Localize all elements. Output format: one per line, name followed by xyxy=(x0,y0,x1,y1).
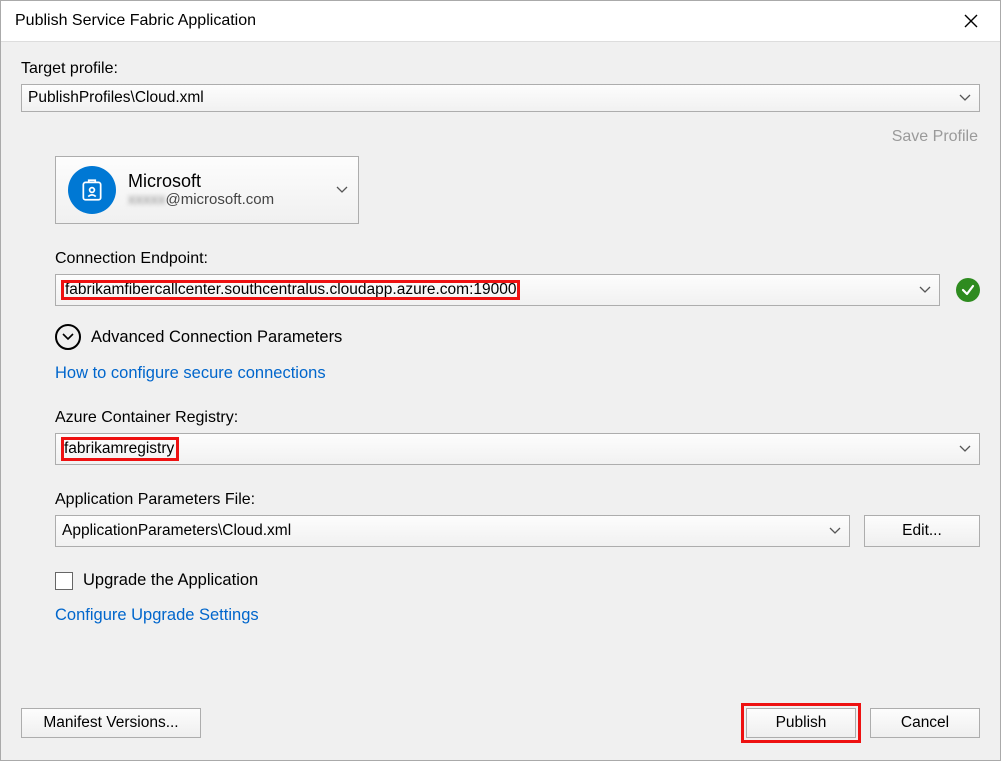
manifest-versions-button[interactable]: Manifest Versions... xyxy=(21,708,201,738)
advanced-parameters-toggle[interactable]: Advanced Connection Parameters xyxy=(55,324,980,350)
advanced-parameters-label: Advanced Connection Parameters xyxy=(91,328,342,347)
titlebar: Publish Service Fabric Application xyxy=(1,1,1000,41)
dialog-footer: Manifest Versions... Publish Cancel xyxy=(21,706,980,740)
connection-endpoint-value: fabrikamfibercallcenter.southcentralus.c… xyxy=(62,281,519,299)
target-profile-value: PublishProfiles\Cloud.xml xyxy=(28,89,204,107)
upgrade-checkbox[interactable] xyxy=(55,572,73,590)
validation-success-icon xyxy=(956,278,980,302)
account-text: Microsoft xxxxx@microsoft.com xyxy=(128,172,274,209)
close-icon xyxy=(964,14,978,28)
expand-circle-icon xyxy=(55,324,81,350)
account-picker[interactable]: Microsoft xxxxx@microsoft.com xyxy=(55,156,359,224)
chevron-down-icon xyxy=(959,445,971,453)
save-profile-link[interactable]: Save Profile xyxy=(21,128,978,146)
badge-icon xyxy=(79,177,105,203)
chevron-down-icon xyxy=(919,286,931,294)
publish-button[interactable]: Publish xyxy=(746,708,856,738)
cancel-button[interactable]: Cancel xyxy=(870,708,980,738)
chevron-down-icon xyxy=(959,94,971,102)
connection-endpoint-label: Connection Endpoint: xyxy=(55,250,980,268)
target-profile-dropdown[interactable]: PublishProfiles\Cloud.xml xyxy=(21,84,980,112)
registry-value: fabrikamregistry xyxy=(62,438,178,460)
registry-label: Azure Container Registry: xyxy=(55,409,980,427)
params-label: Application Parameters File: xyxy=(55,491,980,509)
params-dropdown[interactable]: ApplicationParameters\Cloud.xml xyxy=(55,515,850,547)
window-title: Publish Service Fabric Application xyxy=(15,12,948,30)
connection-endpoint-dropdown[interactable]: fabrikamfibercallcenter.southcentralus.c… xyxy=(55,274,940,306)
account-email: xxxxx@microsoft.com xyxy=(128,191,274,208)
params-value: ApplicationParameters\Cloud.xml xyxy=(62,522,291,540)
publish-highlight: Publish xyxy=(744,706,858,740)
chevron-down-icon xyxy=(829,527,841,535)
dialog-window: Publish Service Fabric Application Targe… xyxy=(0,0,1001,761)
close-button[interactable] xyxy=(948,5,994,37)
target-profile-label: Target profile: xyxy=(21,60,980,78)
secure-connections-link[interactable]: How to configure secure connections xyxy=(55,364,980,383)
upgrade-label: Upgrade the Application xyxy=(83,571,258,590)
registry-dropdown[interactable]: fabrikamregistry xyxy=(55,433,980,465)
account-name: Microsoft xyxy=(128,172,274,192)
configure-upgrade-link[interactable]: Configure Upgrade Settings xyxy=(55,606,980,625)
account-avatar xyxy=(68,166,116,214)
chevron-down-icon xyxy=(336,186,348,194)
edit-button[interactable]: Edit... xyxy=(864,515,980,547)
dialog-body: Target profile: PublishProfiles\Cloud.xm… xyxy=(1,41,1000,760)
